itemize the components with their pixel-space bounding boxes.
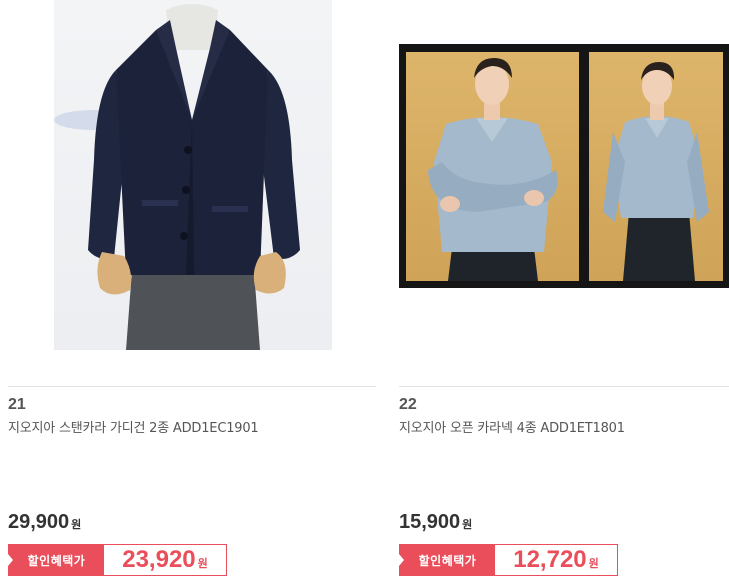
product-price: 29,900 원	[8, 511, 81, 534]
card-divider	[8, 386, 376, 387]
model-knit-photo-image	[428, 58, 558, 281]
discount-price-box: 할인혜택가 12,720 원	[399, 544, 618, 576]
model-photo-panel	[406, 52, 579, 281]
price-unit: 원	[462, 518, 473, 531]
discount-price-box: 할인혜택가 23,920 원	[8, 544, 227, 576]
discount-price: 12,720 원	[495, 546, 617, 574]
product-price: 15,900 원	[399, 511, 472, 534]
product-number: 21	[8, 396, 26, 413]
discount-badge: 할인혜택가	[399, 545, 495, 575]
price-unit: 원	[71, 518, 82, 531]
discount-amount: 23,920	[122, 546, 196, 573]
discount-price: 23,920 원	[104, 546, 226, 574]
discount-badge: 할인혜택가	[8, 545, 104, 575]
card-divider	[399, 386, 729, 387]
price-amount: 15,900	[399, 511, 461, 533]
model-knit-photo-image	[603, 62, 709, 281]
product-image[interactable]	[54, 0, 332, 350]
product-name-link[interactable]: 지오지아 오픈 카라넥 4종 ADD1ET1801	[399, 417, 625, 436]
discount-unit: 원	[197, 557, 208, 570]
model-photo-panel	[589, 52, 723, 281]
product-number: 22	[399, 396, 417, 413]
cardigan-mannequin-image	[54, 4, 300, 350]
product-image[interactable]	[399, 44, 729, 288]
discount-unit: 원	[588, 557, 599, 570]
product-name-link[interactable]: 지오지아 스탠카라 가디건 2종 ADD1EC1901	[8, 417, 259, 436]
price-amount: 29,900	[8, 511, 70, 533]
discount-amount: 12,720	[513, 546, 587, 573]
